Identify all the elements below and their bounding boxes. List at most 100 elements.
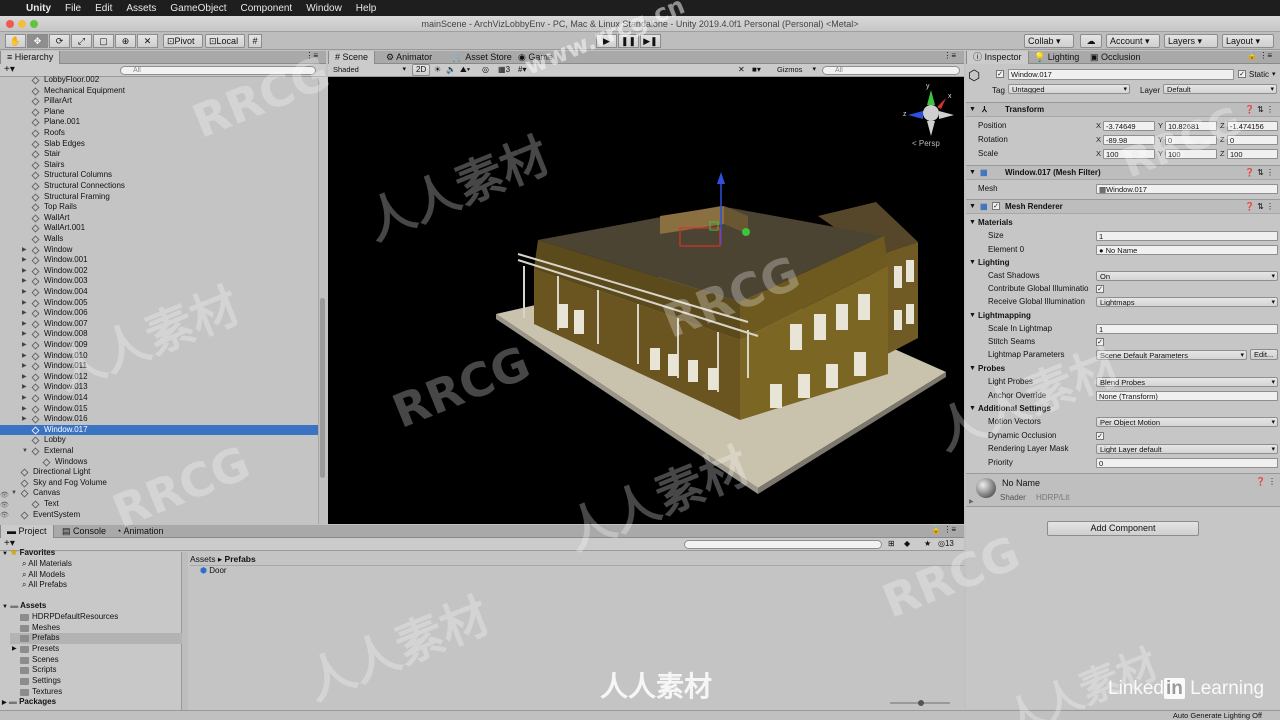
fav-all-models[interactable]: ⌕ All Models xyxy=(22,570,65,581)
hierarchy-item[interactable]: ▶ Window.010 xyxy=(0,351,318,362)
transform-tool-icon[interactable]: ⊕ xyxy=(115,34,136,48)
grid-toggle-icon[interactable]: #▾ xyxy=(518,65,526,74)
foldout-arrow-icon[interactable]: ▶ xyxy=(22,351,27,362)
hierarchy-item[interactable]: ▼ External xyxy=(0,446,318,457)
foldout-arrow-icon[interactable]: ▼ xyxy=(969,200,976,214)
foldout-arrow-icon[interactable]: ▶ xyxy=(22,255,27,266)
scale-tool-icon[interactable]: ⤢ xyxy=(71,34,92,48)
foldout-arrow-icon[interactable]: ▶ xyxy=(22,372,27,383)
foldout-arrow-icon[interactable]: ▶ xyxy=(22,382,27,393)
foldout-arrow-icon[interactable]: ▼ xyxy=(969,166,976,180)
lighting-toggle-icon[interactable]: ☀ xyxy=(434,65,441,74)
packages-header[interactable]: ▶ ▬ Packages xyxy=(2,697,56,708)
foldout-arrow-icon[interactable]: ▶ xyxy=(22,287,27,298)
2d-toggle[interactable]: 2D xyxy=(412,64,431,76)
hierarchy-item[interactable]: ▶ Window.013 xyxy=(0,382,318,393)
favorites-header[interactable]: ▼ ★ Favorites xyxy=(2,548,55,559)
rect-tool-icon[interactable]: ▢ xyxy=(93,34,114,48)
hierarchy-item[interactable]: Directional Light xyxy=(0,467,318,478)
grid-snap-icon[interactable]: # xyxy=(248,34,262,48)
tag-dropdown[interactable]: Untagged xyxy=(1008,84,1130,94)
foldout-arrow-icon[interactable]: ▶ xyxy=(22,404,27,415)
custom-tool-icon[interactable]: ✕ xyxy=(137,34,158,48)
tab-console[interactable]: ▤ Console xyxy=(56,525,112,538)
menu-unity[interactable]: Unity xyxy=(26,3,51,14)
material-settings-icon[interactable]: ❓ ⋮ xyxy=(1256,477,1276,486)
hierarchy-item[interactable]: ▶ Window.014 xyxy=(0,393,318,404)
local-toggle[interactable]: ⊡Local xyxy=(205,34,245,48)
hierarchy-item[interactable]: ▶ Window.007 xyxy=(0,319,318,330)
project-search-input[interactable] xyxy=(684,540,882,549)
account-dropdown[interactable]: Account ▾ xyxy=(1106,34,1160,48)
element0-field[interactable]: ● No Name xyxy=(1096,244,1278,255)
tab-asset-store[interactable]: 🛒 Asset Store xyxy=(446,51,518,64)
hidden-objects-icon[interactable]: ◎ xyxy=(482,65,489,74)
component-menu-icon[interactable]: ❓ ⇅ ⋮ xyxy=(1245,103,1274,117)
hierarchy-scroll-thumb[interactable] xyxy=(320,298,325,478)
icon-size-slider[interactable] xyxy=(890,700,950,706)
hidden-packages-toggle[interactable]: ◎13 xyxy=(938,539,954,548)
pause-button[interactable]: ❚❚ xyxy=(618,34,639,48)
foldout-arrow-icon[interactable]: ▶ xyxy=(22,266,27,277)
hierarchy-item[interactable]: ▼ Canvas xyxy=(0,488,318,499)
position-y-field[interactable]: 10.82681 xyxy=(1165,120,1217,131)
icon-size-slider-thumb[interactable] xyxy=(918,700,924,706)
foldout-arrow-icon[interactable]: ▶ xyxy=(969,498,974,505)
scale-y-field[interactable]: 100 xyxy=(1165,148,1217,159)
layout-dropdown[interactable]: Layout ▾ xyxy=(1222,34,1274,48)
foldout-arrow-icon[interactable]: ▶ xyxy=(22,340,27,351)
menu-assets[interactable]: Assets xyxy=(126,3,156,14)
hand-tool-icon[interactable]: ✋ xyxy=(5,34,26,48)
lightmapping-foldout[interactable]: ▼ Lightmapping xyxy=(966,309,1280,322)
hierarchy-item[interactable]: Top Rails xyxy=(0,202,318,213)
hierarchy-item[interactable]: ▶ Window.015 xyxy=(0,404,318,415)
tab-hierarchy[interactable]: ≡ Hierarchy xyxy=(0,51,61,64)
asset-folder-item[interactable]: Scenes xyxy=(10,655,182,666)
motion-vectors-dropdown[interactable]: Per Object Motion xyxy=(1096,416,1278,427)
static-checkbox[interactable]: ✓ xyxy=(1238,70,1246,78)
hierarchy-item[interactable]: Structural Framing xyxy=(0,192,318,203)
create-icon[interactable]: +▾ xyxy=(4,64,15,75)
scene-search-input[interactable]: All xyxy=(822,66,960,75)
tab-lighting[interactable]: 💡 Lighting xyxy=(1028,51,1085,64)
gizmos-dropdown[interactable]: Gizmos xyxy=(774,65,818,75)
stitch-seams-checkbox[interactable]: ✓ xyxy=(1096,337,1104,346)
breadcrumb-prefabs[interactable]: Prefabs xyxy=(225,554,256,564)
hierarchy-item[interactable]: ▶ Window.001 xyxy=(0,255,318,266)
asset-folder-item[interactable]: Textures xyxy=(10,687,182,698)
foldout-arrow-icon[interactable]: ▶ xyxy=(22,361,27,372)
hierarchy-item[interactable]: Stair xyxy=(0,149,318,160)
foldout-arrow-icon[interactable]: ▼ xyxy=(2,551,8,557)
hierarchy-item-selected[interactable]: Window.017 xyxy=(0,424,318,436)
tab-occlusion[interactable]: ▣ Occlusion xyxy=(1084,51,1147,64)
effects-toggle-icon[interactable]: ⛰▾ xyxy=(460,65,470,75)
rotation-y-field[interactable]: 0 xyxy=(1165,134,1217,145)
hierarchy-item[interactable]: ▶ Window.009 xyxy=(0,340,318,351)
position-x-field[interactable]: -3.74649 xyxy=(1103,120,1155,131)
mesh-field[interactable]: ▦Window.017 xyxy=(1096,183,1278,194)
breadcrumb-assets[interactable]: Assets xyxy=(190,554,216,564)
rotation-x-field[interactable]: -89.98 xyxy=(1103,134,1155,145)
hierarchy-item[interactable]: ▶ Window.008 xyxy=(0,329,318,340)
hierarchy-item[interactable]: Sky and Fog Volume xyxy=(0,478,318,489)
tab-animation[interactable]: ◔ Animation xyxy=(110,525,169,538)
foldout-arrow-icon[interactable]: ▶ xyxy=(2,700,7,706)
hierarchy-item[interactable]: ▶ Window.016 xyxy=(0,414,318,425)
step-button[interactable]: ▶❚ xyxy=(640,34,661,48)
static-dropdown-icon[interactable]: ▾ xyxy=(1272,70,1276,78)
hierarchy-item[interactable]: Stairs xyxy=(0,160,318,171)
mesh-filter-header[interactable]: ▼ ▦ Window.017 (Mesh Filter) ❓ ⇅ ⋮ xyxy=(966,165,1280,180)
hierarchy-item[interactable]: Slab Edges xyxy=(0,139,318,150)
hierarchy-item[interactable]: Plane xyxy=(0,107,318,118)
scale-x-field[interactable]: 100 xyxy=(1103,148,1155,159)
menu-gameobject[interactable]: GameObject xyxy=(170,3,226,14)
priority-field[interactable]: 0 xyxy=(1096,457,1278,468)
pivot-toggle[interactable]: ⊡Pivot xyxy=(163,34,203,48)
panel-menu-icon[interactable]: ⋮≡ xyxy=(305,51,318,60)
rendering-layer-dropdown[interactable]: Light Layer default xyxy=(1096,443,1278,454)
favorite-star-icon[interactable]: ★ xyxy=(924,539,931,548)
foldout-arrow-icon[interactable]: ▶ xyxy=(22,308,27,319)
hierarchy-item[interactable]: ▶ Window.003 xyxy=(0,276,318,287)
hierarchy-item[interactable]: ▶ Window.006 xyxy=(0,308,318,319)
fav-all-prefabs[interactable]: ⌕ All Prefabs xyxy=(22,580,67,591)
